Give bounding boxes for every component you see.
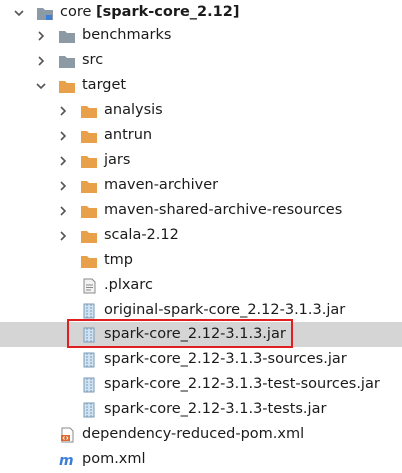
chevron-right-icon[interactable]	[56, 204, 70, 218]
chevron-right-icon[interactable]	[56, 229, 70, 243]
jar-icon	[80, 377, 98, 393]
tree-node-label: maven-shared-archive-resources	[104, 202, 343, 218]
jar-icon	[80, 303, 98, 319]
folder-icon	[58, 28, 76, 44]
chevron-right-icon[interactable]	[34, 29, 48, 43]
tree-node-spark-core-jar[interactable]: spark-core_2.12-3.1.3.jar	[0, 322, 402, 347]
chevron-down-icon[interactable]	[34, 79, 48, 93]
tree-node-label: spark-core_2.12-3.1.3-tests.jar	[104, 401, 327, 417]
xml-file-icon	[58, 427, 76, 443]
tree-node-src[interactable]: src	[0, 48, 402, 73]
folder-icon	[80, 103, 98, 119]
folder-icon	[80, 128, 98, 144]
folder-icon	[80, 228, 98, 244]
jar-icon	[80, 352, 98, 368]
chevron-right-icon[interactable]	[34, 54, 48, 68]
tree-node-label: spark-core_2.12-3.1.3.jar	[104, 326, 286, 342]
tree-node-label: src	[82, 52, 104, 68]
tree-node-scala-2-12[interactable]: scala-2.12	[0, 223, 402, 248]
tree-node-label: target	[82, 77, 127, 93]
tree-node-analysis[interactable]: analysis	[0, 98, 402, 123]
tree-node-label: benchmarks	[82, 27, 172, 43]
tree-node-jars[interactable]: jars	[0, 148, 402, 173]
tree-node-label: dependency-reduced-pom.xml	[82, 426, 305, 442]
tree-node-label: spark-core_2.12-3.1.3-sources.jar	[104, 351, 347, 367]
tree-node-spark-core-tests-jar[interactable]: spark-core_2.12-3.1.3-tests.jar	[0, 397, 402, 422]
module-artifact-label: [spark-core_2.12]	[96, 4, 240, 20]
tree-node-label: original-spark-core_2.12-3.1.3.jar	[104, 302, 346, 318]
tree-node-spark-core-test-sources-jar[interactable]: spark-core_2.12-3.1.3-test-sources.jar	[0, 372, 402, 397]
module-folder-icon	[36, 5, 54, 21]
chevron-right-icon[interactable]	[56, 129, 70, 143]
tree-node-original-spark-core-jar[interactable]: original-spark-core_2.12-3.1.3.jar	[0, 298, 402, 323]
tree-node-label: jars	[104, 152, 131, 168]
tree-node-dependency-reduced-pom[interactable]: dependency-reduced-pom.xml	[0, 422, 402, 447]
tree-node-target[interactable]: target	[0, 73, 402, 98]
tree-node-label: spark-core_2.12-3.1.3-test-sources.jar	[104, 376, 380, 392]
maven-icon: m	[58, 452, 76, 468]
tree-node-maven-shared-archive-resources[interactable]: maven-shared-archive-resources	[0, 198, 402, 223]
tree-node-label: antrun	[104, 127, 153, 143]
tree-node-label: scala-2.12	[104, 227, 179, 243]
jar-icon	[80, 327, 98, 343]
folder-icon	[58, 53, 76, 69]
text-file-icon	[80, 278, 98, 294]
chevron-down-icon[interactable]	[12, 6, 26, 20]
tree-node-antrun[interactable]: antrun	[0, 123, 402, 148]
chevron-right-icon[interactable]	[56, 154, 70, 168]
tree-node-label: maven-archiver	[104, 177, 219, 193]
folder-icon	[80, 178, 98, 194]
module-name: core	[60, 4, 92, 20]
jar-icon	[80, 402, 98, 418]
tree-node-core[interactable]: core [spark-core_2.12]	[0, 0, 402, 25]
chevron-right-icon[interactable]	[56, 104, 70, 118]
folder-icon	[80, 203, 98, 219]
tree-node-tmp[interactable]: tmp	[0, 248, 402, 273]
tree-node-label: pom.xml	[82, 451, 146, 467]
project-tree: core [spark-core_2.12] benchmarks src ta…	[0, 0, 402, 473]
tree-node-label: tmp	[104, 252, 134, 268]
tree-node-spark-core-sources-jar[interactable]: spark-core_2.12-3.1.3-sources.jar	[0, 347, 402, 372]
excluded-folder-icon	[58, 78, 76, 94]
svg-text:m: m	[59, 453, 74, 468]
tree-node-benchmarks[interactable]: benchmarks	[0, 23, 402, 48]
tree-node-pom-xml[interactable]: m pom.xml	[0, 447, 402, 472]
tree-node-label: .plxarc	[104, 277, 153, 293]
tree-node-plxarc[interactable]: .plxarc	[0, 273, 402, 298]
folder-icon	[80, 253, 98, 269]
tree-node-label: analysis	[104, 102, 163, 118]
folder-icon	[80, 153, 98, 169]
tree-node-maven-archiver[interactable]: maven-archiver	[0, 173, 402, 198]
chevron-right-icon[interactable]	[56, 179, 70, 193]
